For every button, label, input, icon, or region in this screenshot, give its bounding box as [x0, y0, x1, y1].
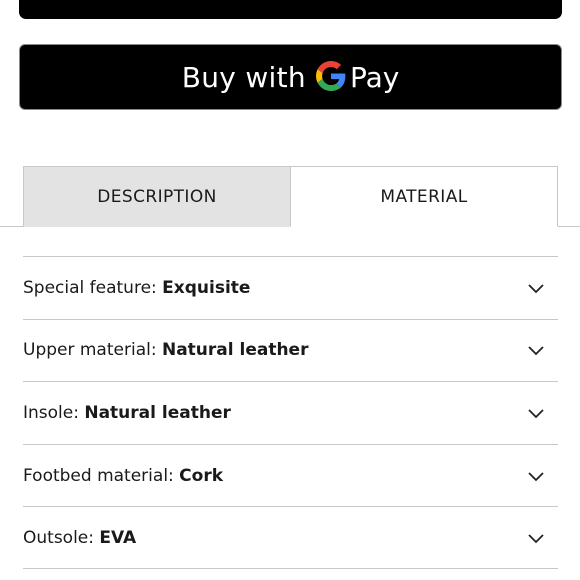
detail-row-footbed-material[interactable]: Footbed material: Cork	[23, 443, 558, 507]
detail-value: Exquisite	[162, 277, 251, 298]
detail-value: EVA	[99, 527, 137, 548]
detail-text: Special feature: Exquisite	[23, 278, 250, 298]
tab-material[interactable]: MATERIAL	[290, 166, 558, 227]
detail-key: Footbed material:	[23, 465, 180, 486]
detail-text: Upper material: Natural leather	[23, 340, 308, 360]
tab-description[interactable]: DESCRIPTION	[23, 166, 291, 227]
google-g-icon	[315, 61, 346, 91]
chevron-down-icon[interactable]	[527, 529, 545, 547]
detail-value: Cork	[179, 465, 224, 486]
chevron-down-icon[interactable]	[527, 404, 545, 422]
detail-row-outsole[interactable]: Outsole: EVA	[23, 506, 558, 569]
detail-key: Upper material:	[23, 340, 162, 361]
chevron-down-icon[interactable]	[527, 341, 545, 359]
detail-row-special-feature[interactable]: Special feature: Exquisite	[23, 256, 558, 319]
detail-key: Insole:	[23, 402, 85, 423]
detail-value: Natural leather	[161, 340, 309, 361]
detail-key: Outsole:	[23, 527, 100, 548]
chevron-down-icon[interactable]	[527, 467, 545, 485]
gpay-pay-label: Pay	[349, 60, 400, 94]
chevron-down-icon[interactable]	[527, 279, 545, 297]
material-details-list: Special feature: Exquisite Upper materia…	[23, 256, 558, 569]
detail-key: Special feature:	[23, 277, 163, 298]
checkout-button[interactable]	[19, 0, 562, 19]
detail-row-insole[interactable]: Insole: Natural leather	[23, 381, 558, 444]
detail-text: Outsole: EVA	[23, 528, 136, 548]
detail-row-upper-material[interactable]: Upper material: Natural leather	[23, 318, 558, 382]
detail-value: Natural leather	[84, 402, 231, 423]
detail-text: Footbed material: Cork	[23, 466, 223, 486]
detail-text: Insole: Natural leather	[23, 403, 231, 423]
gpay-label: Buy with	[181, 60, 306, 94]
buy-with-google-pay-button[interactable]: Buy with Pay	[19, 44, 562, 110]
